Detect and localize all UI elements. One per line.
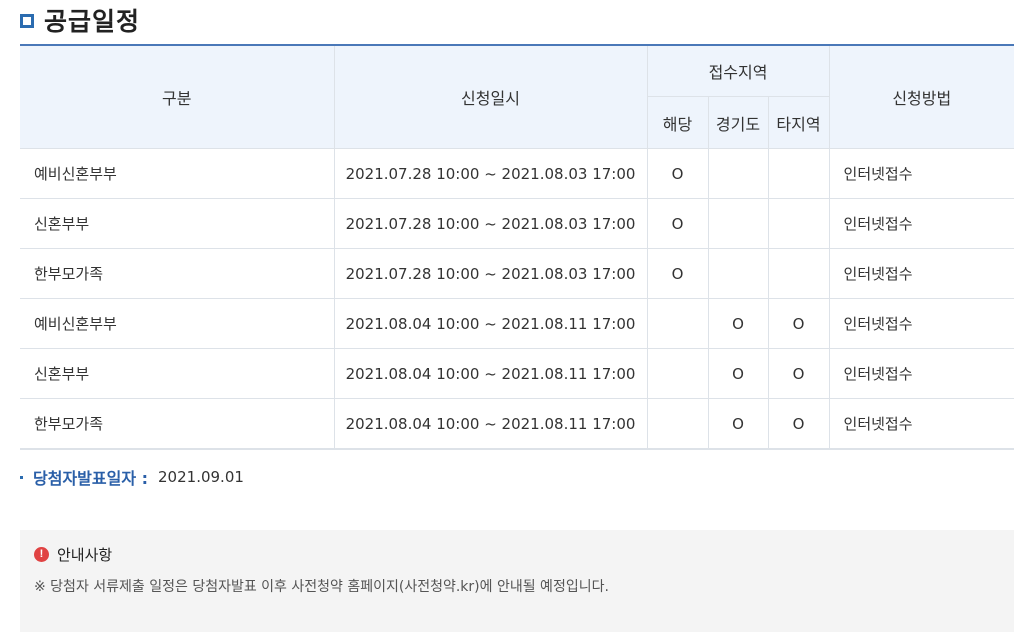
cell-region-local bbox=[646, 398, 709, 450]
cell-method: 인터넷접수 bbox=[828, 298, 1015, 349]
cell-region-local bbox=[646, 298, 709, 349]
table-row: 예비신혼부부 2021.08.04 10:00 ~ 2021.08.11 17:… bbox=[20, 298, 1015, 349]
header-method: 신청방법 bbox=[828, 45, 1015, 149]
cell-region-other: O bbox=[767, 348, 830, 399]
cell-region-other: O bbox=[767, 398, 830, 450]
cell-region-gyeonggi bbox=[707, 198, 769, 249]
announcement-date: 2021.09.01 bbox=[158, 468, 244, 486]
bullet-icon bbox=[20, 475, 23, 479]
header-type: 구분 bbox=[20, 45, 335, 149]
cell-method: 인터넷접수 bbox=[828, 148, 1015, 199]
cell-period: 2021.08.04 10:00 ~ 2021.08.11 17:00 bbox=[333, 398, 648, 450]
cell-region-local: O bbox=[646, 248, 709, 299]
cell-region-other bbox=[767, 198, 830, 249]
table-row: 한부모가족 2021.07.28 10:00 ~ 2021.08.03 17:0… bbox=[20, 248, 1015, 299]
cell-region-local: O bbox=[646, 198, 709, 249]
notice-title: 안내사항 bbox=[57, 545, 113, 564]
notice-box: ! 안내사항 ※ 당첨자 서류제출 일정은 당첨자발표 이후 사전청약 홈페이지… bbox=[20, 530, 1014, 632]
header-region-local: 해당 bbox=[647, 96, 709, 149]
section-header: 공급일정 bbox=[20, 0, 140, 40]
cell-region-gyeonggi bbox=[707, 248, 769, 299]
supply-schedule-table: 구분 신청일시 접수지역 신청방법 해당 경기도 타지역 예비신혼부부 2021… bbox=[20, 44, 1015, 450]
cell-method: 인터넷접수 bbox=[828, 198, 1015, 249]
header-region-group: 접수지역 bbox=[646, 45, 830, 97]
cell-region-gyeonggi bbox=[707, 148, 769, 199]
page-title: 공급일정 bbox=[44, 7, 141, 36]
header-region-other: 타지역 bbox=[767, 96, 830, 149]
cell-region-other bbox=[767, 248, 830, 299]
header-period: 신청일시 bbox=[333, 45, 648, 149]
table-row: 예비신혼부부 2021.07.28 10:00 ~ 2021.08.03 17:… bbox=[20, 148, 1015, 199]
cell-period: 2021.07.28 10:00 ~ 2021.08.03 17:00 bbox=[333, 198, 648, 249]
cell-type: 예비신혼부부 bbox=[20, 298, 335, 349]
cell-region-gyeonggi: O bbox=[707, 298, 769, 349]
cell-region-other: O bbox=[767, 298, 830, 349]
cell-period: 2021.07.28 10:00 ~ 2021.08.03 17:00 bbox=[333, 148, 648, 199]
table-row: 한부모가족 2021.08.04 10:00 ~ 2021.08.11 17:0… bbox=[20, 398, 1015, 450]
cell-type: 신혼부부 bbox=[20, 348, 335, 399]
winner-announcement: 당첨자발표일자 : 2021.09.01 bbox=[20, 466, 244, 488]
header-region-gyeonggi: 경기도 bbox=[707, 96, 769, 149]
square-bullet-icon bbox=[20, 14, 34, 28]
notice-header: ! 안내사항 bbox=[34, 544, 1014, 564]
page: 공급일정 구분 신청일시 접수지역 신청방법 해당 경기도 타지역 예비신혼부부… bbox=[0, 0, 1031, 632]
cell-period: 2021.07.28 10:00 ~ 2021.08.03 17:00 bbox=[333, 248, 648, 299]
cell-region-other bbox=[767, 148, 830, 199]
cell-type: 예비신혼부부 bbox=[20, 148, 335, 199]
cell-method: 인터넷접수 bbox=[828, 248, 1015, 299]
cell-type: 한부모가족 bbox=[20, 398, 335, 450]
table-row: 신혼부부 2021.08.04 10:00 ~ 2021.08.11 17:00… bbox=[20, 348, 1015, 399]
table-row: 신혼부부 2021.07.28 10:00 ~ 2021.08.03 17:00… bbox=[20, 198, 1015, 249]
cell-period: 2021.08.04 10:00 ~ 2021.08.11 17:00 bbox=[333, 348, 648, 399]
cell-type: 신혼부부 bbox=[20, 198, 335, 249]
cell-method: 인터넷접수 bbox=[828, 348, 1015, 399]
cell-type: 한부모가족 bbox=[20, 248, 335, 299]
cell-region-local: O bbox=[646, 148, 709, 199]
cell-method: 인터넷접수 bbox=[828, 398, 1015, 450]
cell-region-gyeonggi: O bbox=[707, 348, 769, 399]
cell-region-local bbox=[646, 348, 709, 399]
cell-region-gyeonggi: O bbox=[707, 398, 769, 450]
notice-text: ※ 당첨자 서류제출 일정은 당첨자발표 이후 사전청약 홈페이지(사전청약.k… bbox=[34, 579, 609, 595]
alert-icon: ! bbox=[34, 546, 49, 562]
cell-period: 2021.08.04 10:00 ~ 2021.08.11 17:00 bbox=[333, 298, 648, 349]
announcement-label: 당첨자발표일자 : bbox=[33, 469, 149, 488]
